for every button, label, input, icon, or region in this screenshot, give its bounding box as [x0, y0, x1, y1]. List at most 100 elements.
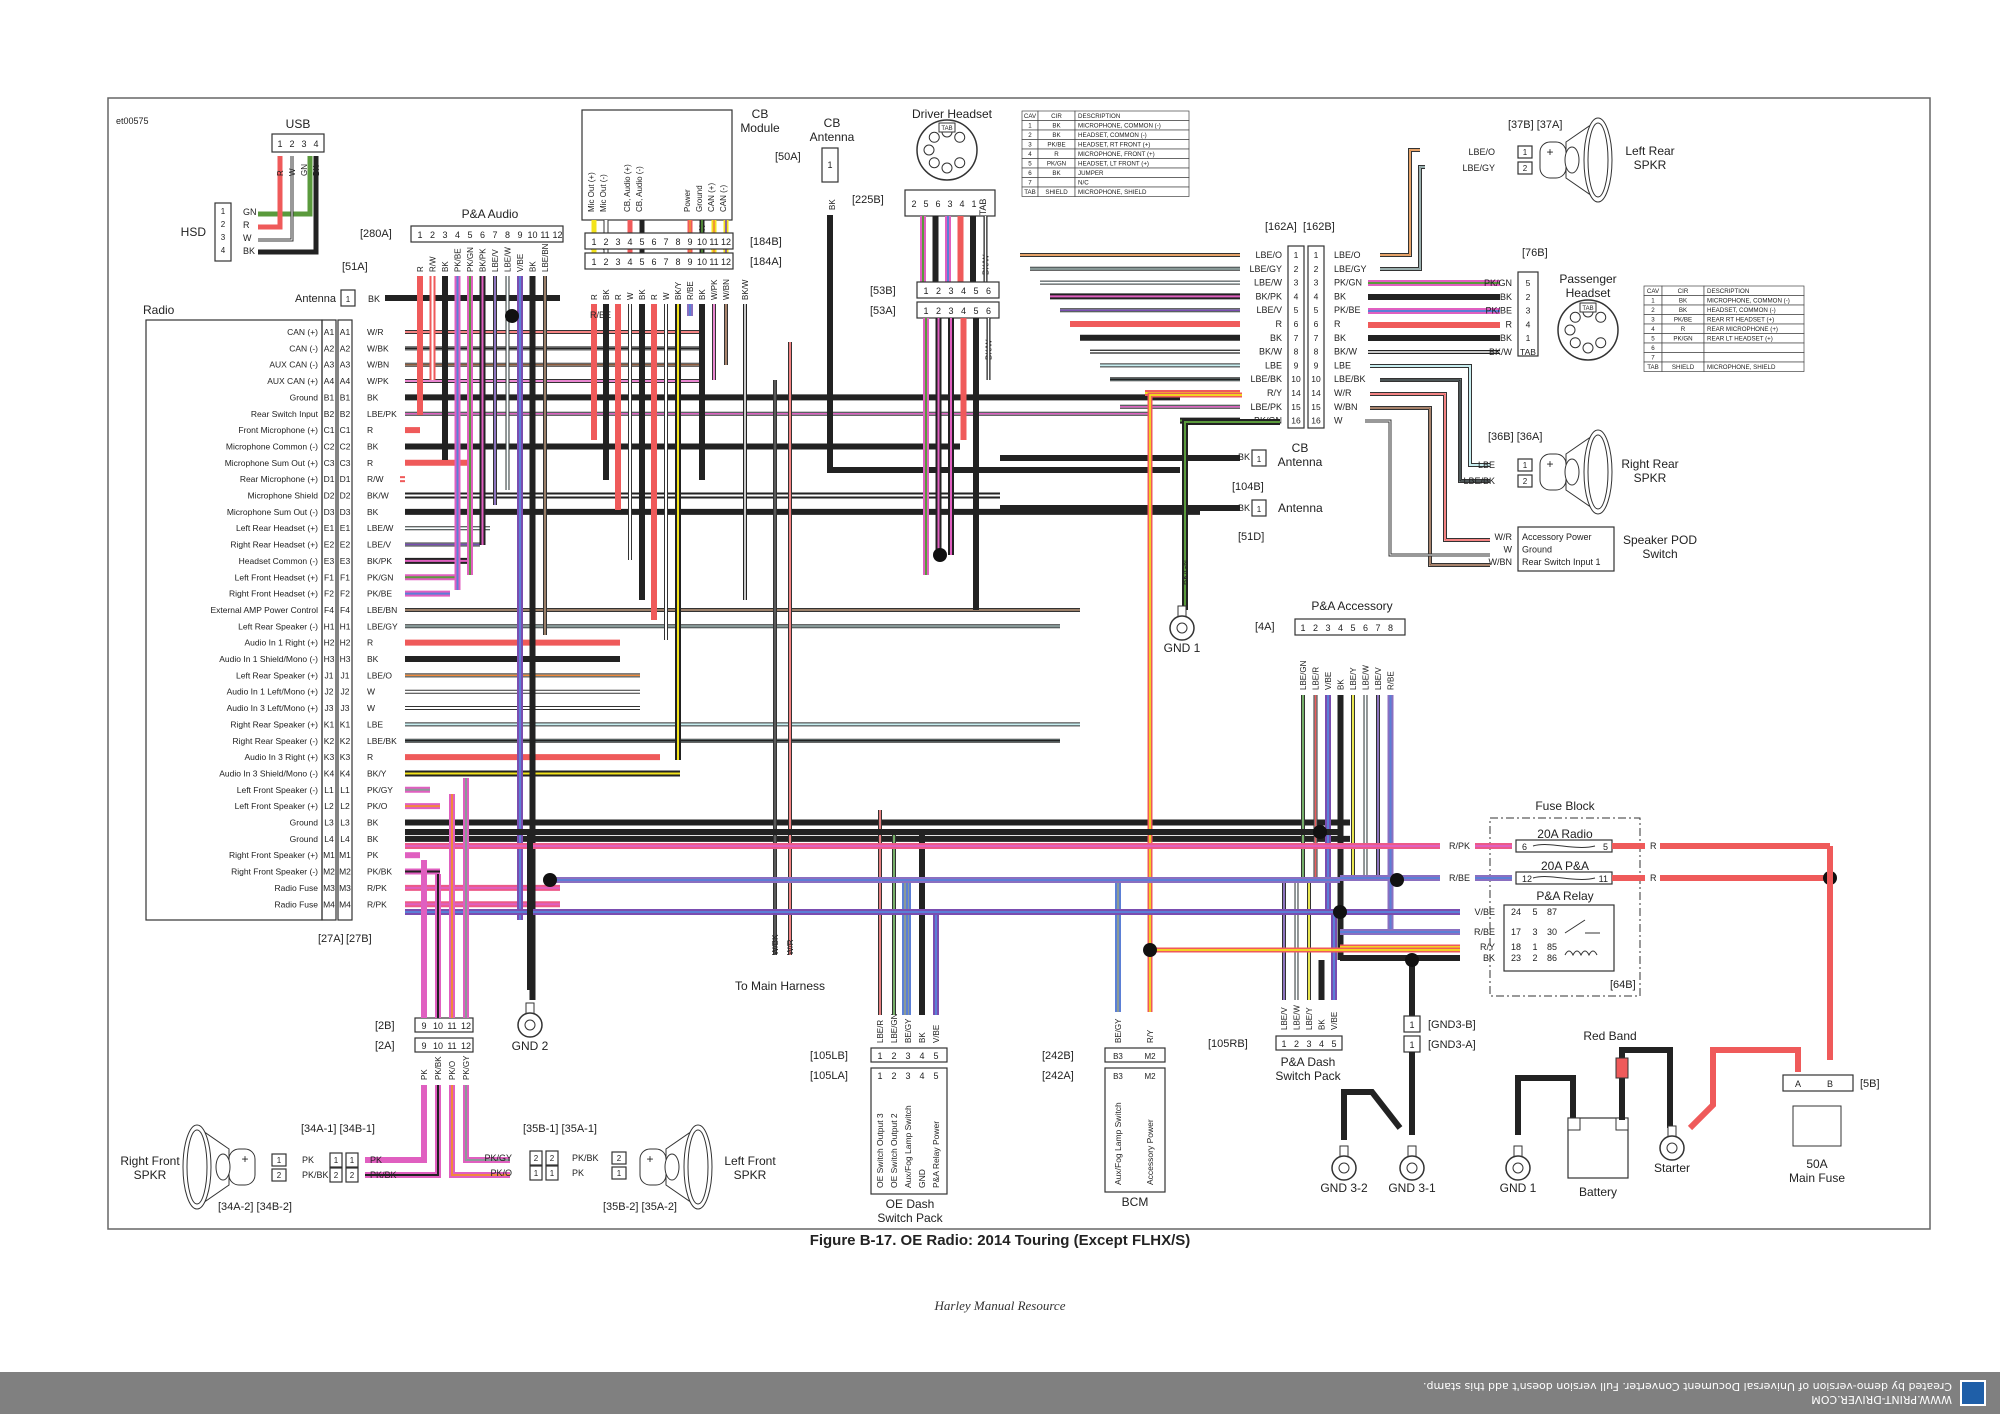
- pa-dash-wire-label: LBE/W: [1293, 1005, 1302, 1030]
- ground-splice: [1313, 825, 1327, 839]
- connector-162a-pin: 16: [1291, 416, 1301, 426]
- radio-wire-label: BK: [367, 392, 379, 402]
- bcm-242a-label: [242A]: [1042, 1070, 1074, 1082]
- table-cell: [1661, 342, 1705, 353]
- antenna-51d-connector: [51D]: [1238, 531, 1264, 543]
- gnd3-wire-label: BK: [1408, 989, 1417, 1000]
- radio-pin-desc: AUX CAN (-): [269, 360, 318, 370]
- right-front-speaker-icon: +: [182, 1124, 256, 1210]
- speaker-pod-function: Rear Switch Input 1: [1522, 557, 1601, 567]
- cb-184b-pin: 1: [591, 237, 596, 247]
- cb-bottom-wire-label: R/BE: [686, 281, 695, 300]
- pa-audio-pin: 2: [430, 230, 435, 240]
- connector-162-right-wire-label: W/R: [1334, 388, 1352, 398]
- gnd3-a-pin: 1: [1409, 1040, 1414, 1050]
- radio-pin-id: K4: [324, 768, 335, 778]
- radio-pin-desc: Ground: [290, 392, 319, 402]
- table-cell-text: DESCRIPTION: [1707, 288, 1749, 295]
- table-cell-text: MICROPHONE, SHIELD: [1707, 364, 1776, 371]
- connector-162a-pin: 5: [1294, 305, 1299, 315]
- radio-pin-id: E2: [340, 540, 351, 550]
- radio-pin-desc: Microphone Sum Out (-): [227, 507, 318, 517]
- cb-184a-pin: 8: [675, 257, 680, 267]
- radio-wire-label: R: [367, 638, 373, 648]
- passenger-headset-connector-pin: [1569, 311, 1581, 323]
- radio-pin-id: H1: [324, 621, 335, 631]
- fuse-out-pin: 5: [1603, 842, 1608, 852]
- radio-pin-id: K2: [340, 736, 351, 746]
- cb-184b-pin: 3: [615, 237, 620, 247]
- cb-bottom-wire-label: R: [614, 294, 623, 300]
- radio-pin-id: H2: [324, 638, 335, 648]
- pa-accessory-wire-label: LBE/Y: [1349, 667, 1358, 690]
- usb-pin-number: 3: [301, 139, 306, 149]
- radio-pin-desc: Microphone Shield: [248, 491, 319, 501]
- radio-pin-id: A2: [340, 343, 351, 353]
- bcm-pin-b: M2: [1144, 1052, 1156, 1061]
- oe-dash-pin-b: 4: [919, 1051, 924, 1061]
- connector-162-right-wire-label: PK/GN: [1334, 278, 1362, 288]
- radio-pin-id: J1: [341, 670, 350, 680]
- right-front-wire-label: PK/BK: [302, 1170, 329, 1180]
- radio-pin-id: M3: [323, 883, 335, 893]
- table-cell-text: CAV: [1647, 288, 1660, 295]
- pa-accessory-wire-label: LBE/V: [1374, 667, 1383, 690]
- fuse-name: 20A Radio: [1537, 827, 1593, 841]
- radio-pin-desc: Right Rear Headset (+): [230, 540, 318, 550]
- radio-pin-id: K1: [340, 719, 351, 729]
- wire-body: [1380, 149, 1420, 256]
- table-cell-text: SHIELD: [1045, 189, 1068, 196]
- bcm-function: Accessory Power: [1145, 1119, 1155, 1185]
- connector-162b-pin: 14: [1311, 388, 1321, 398]
- right-rear-spkr-label-1: Right Rear: [1621, 457, 1678, 471]
- radio-pin-desc: AUX CAN (+): [267, 376, 318, 386]
- radio-pin-desc: Radio Fuse: [275, 899, 319, 909]
- connector-53a-pin: 5: [973, 306, 978, 316]
- connector-2-wire-label-bottom: PK: [420, 1069, 429, 1080]
- cb-184b-pin: 9: [687, 237, 692, 247]
- right-rear-spkr-pin: 2: [1523, 477, 1528, 486]
- stamp-text: WWW.PRINT-DRIVER.COM Created by demo-ver…: [1423, 1380, 1952, 1406]
- right-front-pin: 2: [277, 1171, 282, 1180]
- radio-wire-label: BK: [367, 654, 379, 664]
- radio-wire-label: R: [367, 425, 373, 435]
- radio-pin-desc: Audio In 3 Left/Mono (+): [227, 703, 319, 713]
- radio-pin-id: F4: [340, 605, 350, 615]
- left-rear-spkr-label-2: SPKR: [1634, 158, 1667, 172]
- radio-pin-id: B1: [324, 392, 335, 402]
- hsd-wire-label: GN: [243, 207, 257, 217]
- right-rear-spkr-pin: 1: [1523, 461, 1528, 470]
- pa-accessory-pin: 6: [1363, 623, 1368, 633]
- passenger-headset-connector-pin: [1595, 337, 1607, 349]
- bcm-accessory-power-wire: [1147, 392, 1242, 1012]
- radio-pin-id: D3: [340, 507, 351, 517]
- wiring-diagram: et00575 USB1 2 3 4HSD1 GN2 R3 W4 BKR W GN BK[51A]An…: [107, 97, 1931, 1230]
- hsd-wire-label: BK: [243, 246, 255, 256]
- radio-wire-label: W: [367, 687, 375, 697]
- oe-dash-pin-b: 5: [933, 1051, 938, 1061]
- connector-2b-pin: 10: [433, 1021, 443, 1031]
- speaker-pod-function: Ground: [1522, 545, 1552, 555]
- cb-connector-184a-label: [184A]: [750, 256, 782, 268]
- pa-accessory-wire-label: R/BE: [1387, 671, 1396, 690]
- radio-pin-desc: External AMP Power Control: [210, 605, 318, 615]
- cb-antenna-label-2: Antenna: [810, 130, 855, 144]
- passenger-headset-pin: 2: [1526, 292, 1531, 302]
- fuse-in-pin: 6: [1522, 842, 1527, 852]
- bcm-pin-a: M2: [1144, 1072, 1156, 1081]
- pa-accessory-wire-label: LBE/GN: [1299, 660, 1308, 690]
- connector-2a-pin: 12: [461, 1041, 471, 1051]
- bcm-wire-label: BE/GY: [1114, 1018, 1123, 1043]
- right-rear-spkr-label-2: SPKR: [1634, 471, 1667, 485]
- radio-pin-id: E1: [340, 523, 351, 533]
- radio-pin-desc: Audio In 3 Right (+): [245, 752, 319, 762]
- bcm-wire-label: R/Y: [1146, 1029, 1155, 1043]
- bcm-pin-b: B3: [1113, 1052, 1123, 1061]
- bcm-pin-a: B3: [1113, 1072, 1123, 1081]
- oe-dash-label-2: Switch Pack: [877, 1211, 943, 1225]
- cb-184a-pin: 1: [591, 257, 596, 267]
- cb-function-label: Ground: [695, 185, 704, 212]
- connector-162b-pin: 5: [1314, 305, 1319, 315]
- oe-dash-wire-label: LBE/R: [876, 1020, 885, 1043]
- connector-162-right-wire-label: LBE: [1334, 360, 1351, 370]
